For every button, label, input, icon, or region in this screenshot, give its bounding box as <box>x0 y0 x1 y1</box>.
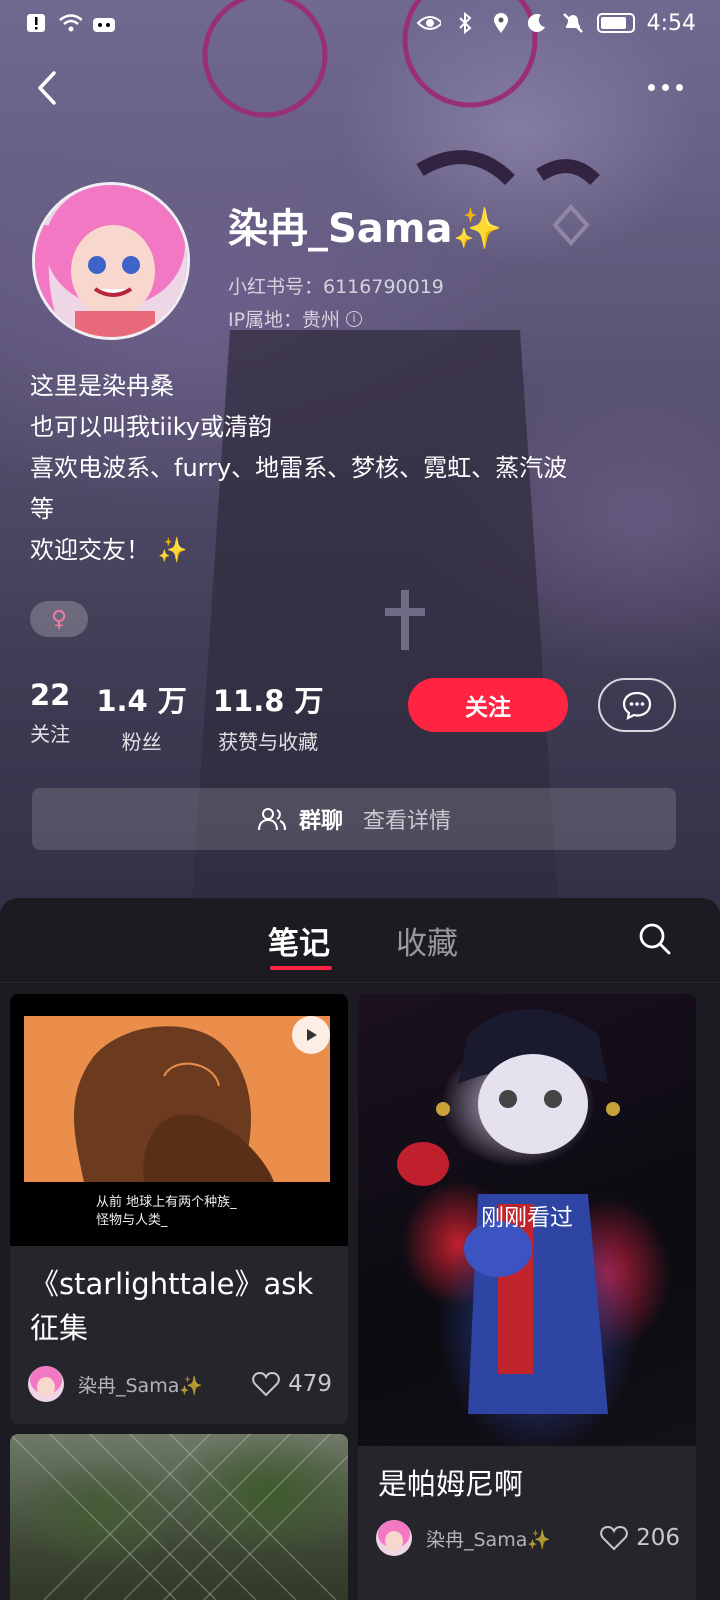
ip-location-label: IP属地：贵州 <box>228 309 341 331</box>
heart-icon <box>600 1525 628 1551</box>
fence-pattern <box>10 1434 348 1600</box>
profile-avatar[interactable] <box>32 182 190 340</box>
bio-line: 这里是染冉桑 <box>30 372 174 400</box>
follow-button[interactable]: 关注 <box>408 678 568 732</box>
group-chat-label: 群聊 <box>298 809 343 834</box>
author-name[interactable]: 染冉_Sama✨ <box>78 1371 203 1398</box>
content-tabs: 笔记 收藏 <box>0 898 720 982</box>
battery-icon <box>596 13 635 33</box>
back-button[interactable] <box>30 68 70 108</box>
status-time: 4:54 <box>646 10 696 36</box>
cover-caption-line: 怪物与人类_ <box>96 1213 168 1228</box>
gender-tag: ♀ <box>30 601 88 637</box>
moon-icon <box>525 12 549 34</box>
author-avatar[interactable] <box>376 1520 412 1556</box>
like-button[interactable]: 479 <box>252 1371 332 1397</box>
user-id: 小红书号：6116790019 <box>228 276 444 298</box>
recently-viewed-label: 刚刚看过 <box>481 1205 573 1231</box>
group-chat-detail: 查看详情 <box>363 809 452 834</box>
chat-bubble-icon <box>622 691 652 720</box>
like-button[interactable]: 206 <box>600 1525 680 1551</box>
cover-frame <box>24 1016 330 1182</box>
note-cover <box>10 1434 348 1600</box>
bio-line: 也可以叫我tiiky或清韵 <box>30 413 272 441</box>
note-title: 是帕姆尼啊 <box>378 1467 524 1501</box>
message-button[interactable] <box>598 678 676 732</box>
note-title: 《starlighttale》ask 征集 <box>30 1267 314 1345</box>
ip-location: IP属地：贵州 i <box>228 305 363 332</box>
note-card[interactable]: 从前 地球上有两个种族_ 怪物与人类_ 《starlighttale》ask 征… <box>10 994 348 1424</box>
eye-icon <box>416 12 441 34</box>
location-icon <box>489 12 513 34</box>
like-count: 479 <box>288 1371 332 1397</box>
chevron-left-icon <box>38 71 56 105</box>
stat-value: 1.4 万 <box>96 684 187 718</box>
bio-line: 喜欢电波系、furry、地雷系、梦核、霓虹、蒸汽波 <box>30 454 568 482</box>
more-dot <box>661 83 669 91</box>
profile-stats: 22 关注 1.4 万 粉丝 11.8 万 获赞与收藏 <box>30 678 324 755</box>
stat-following[interactable]: 22 关注 <box>30 678 70 755</box>
more-options-button[interactable] <box>640 72 690 102</box>
stat-value: 22 <box>30 678 71 712</box>
active-tab-indicator <box>270 966 332 970</box>
app-icon <box>92 12 116 34</box>
note-card[interactable] <box>10 1434 348 1600</box>
tab-divider <box>0 982 720 983</box>
bio: 这里是染冉桑 也可以叫我tiiky或清韵 喜欢电波系、furry、地雷系、梦核、… <box>30 366 690 571</box>
stat-likes-collects[interactable]: 11.8 万 获赞与收藏 <box>213 678 324 755</box>
like-count: 206 <box>636 1525 680 1551</box>
bio-line: 欢迎交友！ ✨ <box>30 536 188 564</box>
author-avatar[interactable] <box>28 1366 64 1402</box>
search-icon <box>639 923 671 955</box>
cover-caption: 从前 地球上有两个种族_ 怪物与人类_ <box>96 1194 237 1230</box>
mute-icon <box>561 12 585 34</box>
bluetooth-icon <box>453 12 477 34</box>
info-icon[interactable]: i <box>346 310 363 327</box>
note-cover: 从前 地球上有两个种族_ 怪物与人类_ <box>10 994 348 1246</box>
female-icon: ♀ <box>50 606 68 632</box>
cover-illustration <box>74 1026 274 1182</box>
heart-icon <box>252 1371 280 1397</box>
video-badge <box>292 1016 330 1054</box>
more-dot <box>675 83 683 91</box>
group-icon <box>257 808 286 831</box>
alert-icon <box>24 12 48 34</box>
author-name[interactable]: 染冉_Sama✨ <box>426 1525 551 1552</box>
more-dot <box>647 83 655 91</box>
note-footer: 染冉_Sama✨ 206 <box>376 1518 680 1558</box>
wifi-icon <box>58 12 82 34</box>
tab-collections[interactable]: 收藏 <box>396 918 458 963</box>
bio-line: 等 <box>30 495 54 523</box>
stat-followers[interactable]: 1.4 万 粉丝 <box>96 678 186 755</box>
search-button[interactable] <box>638 922 672 956</box>
note-card[interactable]: 刚刚看过 是帕姆尼啊 染冉_Sama✨ 206 <box>358 994 696 1600</box>
stat-label: 关注 <box>30 722 71 746</box>
play-icon <box>307 1029 317 1041</box>
tab-notes[interactable]: 笔记 <box>268 918 330 963</box>
cover-caption-line: 从前 地球上有两个种族_ <box>96 1195 237 1210</box>
stat-label: 粉丝 <box>121 730 162 754</box>
group-chat-bar[interactable]: 群聊 查看详情 <box>32 788 676 850</box>
username: 染冉_Sama✨ <box>228 206 503 252</box>
avatar-illustration <box>35 185 187 337</box>
stat-label: 获赞与收藏 <box>218 730 319 754</box>
status-bar: 4:54 <box>0 0 720 46</box>
note-footer: 染冉_Sama✨ 479 <box>28 1364 332 1404</box>
stat-value: 11.8 万 <box>212 684 324 718</box>
